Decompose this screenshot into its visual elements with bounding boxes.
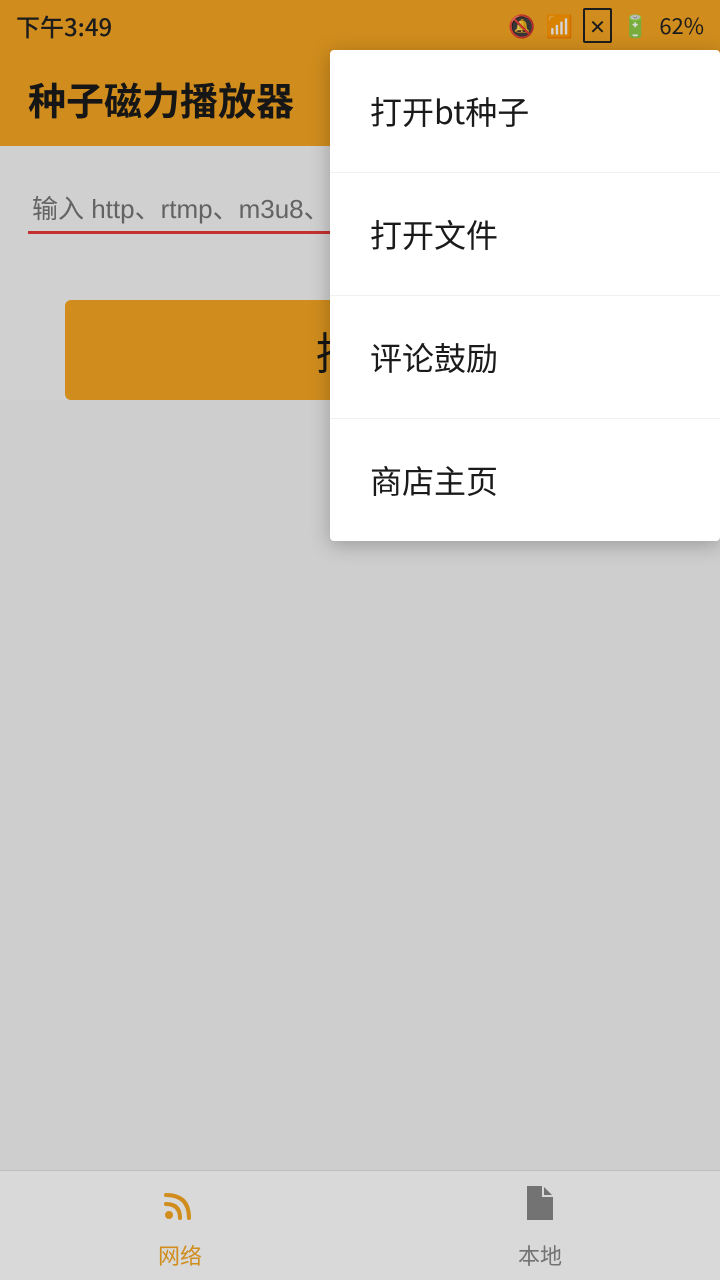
menu-item-open-file[interactable]: 打开文件 [330,173,720,296]
dropdown-menu: 打开bt种子 打开文件 评论鼓励 商店主页 [330,50,720,541]
menu-item-review[interactable]: 评论鼓励 [330,296,720,419]
menu-item-open-bt[interactable]: 打开bt种子 [330,50,720,173]
dropdown-overlay[interactable]: 打开bt种子 打开文件 评论鼓励 商店主页 [0,0,720,1280]
menu-item-store[interactable]: 商店主页 [330,419,720,541]
